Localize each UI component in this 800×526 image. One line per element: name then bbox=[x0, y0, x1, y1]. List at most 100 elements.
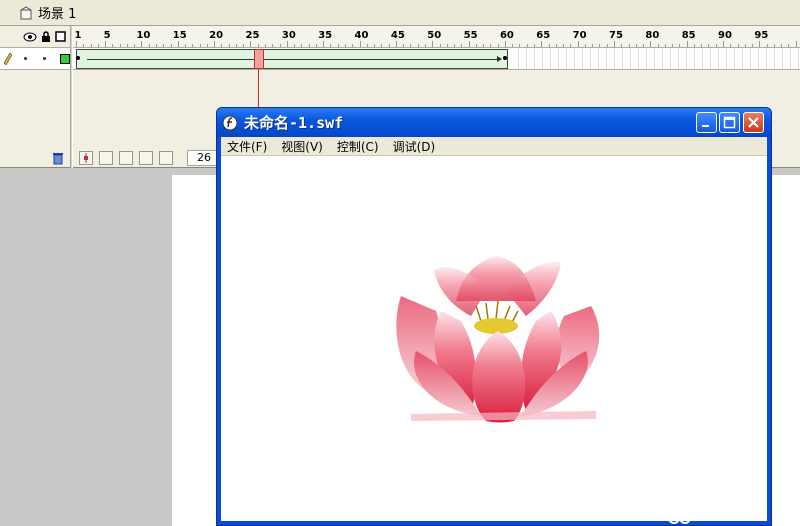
ruler-tick bbox=[315, 44, 317, 47]
ruler-tick bbox=[265, 44, 267, 47]
eye-icon[interactable] bbox=[23, 32, 37, 42]
ruler-number: 75 bbox=[609, 30, 623, 41]
minimize-button[interactable] bbox=[696, 112, 717, 133]
close-icon bbox=[748, 117, 759, 128]
ruler-tick bbox=[279, 44, 281, 47]
ruler-tick bbox=[330, 44, 332, 47]
ruler-tick bbox=[715, 44, 717, 47]
layer-row[interactable] bbox=[0, 48, 70, 70]
ruler-tick bbox=[301, 44, 303, 47]
ruler-tick bbox=[752, 44, 754, 47]
ruler-tick bbox=[773, 44, 775, 47]
modify-onion-markers-button[interactable] bbox=[159, 151, 173, 165]
ruler-tick bbox=[97, 44, 99, 47]
ruler-tick bbox=[599, 44, 601, 47]
center-frame-icon[interactable] bbox=[79, 151, 93, 165]
ruler-number: 95 bbox=[754, 30, 769, 41]
ruler-tick bbox=[257, 44, 259, 47]
playhead[interactable] bbox=[254, 49, 264, 69]
ruler-tick bbox=[570, 44, 572, 47]
ruler-tick bbox=[672, 44, 674, 47]
motion-tween-span[interactable] bbox=[76, 49, 508, 69]
edit-multiple-frames-button[interactable] bbox=[139, 151, 153, 165]
ruler-tick bbox=[504, 41, 506, 47]
ruler-tick bbox=[83, 44, 85, 47]
layer-outline-swatch[interactable] bbox=[60, 53, 70, 64]
ruler-tick bbox=[294, 44, 296, 47]
menu-control[interactable]: 控制(C) bbox=[337, 138, 379, 155]
ruler-tick bbox=[475, 44, 477, 47]
ruler-tick bbox=[250, 41, 252, 47]
ruler-tick bbox=[643, 44, 645, 47]
ruler-tick bbox=[446, 44, 448, 47]
ruler-tick bbox=[759, 41, 761, 47]
ruler-tick bbox=[395, 41, 397, 47]
ruler-tick bbox=[723, 41, 725, 47]
ruler-tick bbox=[483, 44, 485, 47]
ruler-tick bbox=[468, 41, 470, 47]
onion-skin-button[interactable] bbox=[99, 151, 113, 165]
ruler-tick bbox=[497, 44, 499, 47]
ruler-tick bbox=[388, 44, 390, 47]
ruler-tick bbox=[214, 41, 216, 47]
layer-lock-dot[interactable] bbox=[43, 57, 46, 60]
ruler-tick bbox=[592, 44, 594, 47]
ruler-tick bbox=[163, 44, 165, 47]
ruler-tick bbox=[272, 44, 274, 47]
ruler-number: 70 bbox=[572, 30, 587, 41]
ruler-tick bbox=[337, 44, 339, 47]
ruler-tick bbox=[410, 44, 412, 47]
lotus-flower-image bbox=[396, 256, 600, 423]
ruler-number: 45 bbox=[390, 30, 405, 41]
layer-visible-dot[interactable] bbox=[24, 57, 27, 60]
maximize-button[interactable] bbox=[719, 112, 740, 133]
trash-icon[interactable] bbox=[52, 152, 64, 165]
ruler-tick bbox=[563, 44, 565, 47]
ruler-tick bbox=[374, 44, 376, 47]
ruler-tick bbox=[781, 44, 783, 47]
frames-row[interactable] bbox=[73, 48, 800, 70]
ruler-tick bbox=[730, 44, 732, 47]
ruler-tick bbox=[359, 41, 361, 47]
ruler-tick bbox=[613, 41, 615, 47]
ruler-tick bbox=[454, 44, 456, 47]
empty-frames[interactable] bbox=[511, 48, 800, 69]
playhead-line bbox=[258, 68, 259, 108]
ruler-tick bbox=[650, 41, 652, 47]
layer-toolbar bbox=[0, 148, 70, 168]
swf-titlebar[interactable]: 未命名-1.swf bbox=[217, 108, 771, 137]
ruler-tick bbox=[90, 44, 92, 47]
ruler-number: 85 bbox=[681, 30, 696, 41]
ruler-tick bbox=[192, 44, 194, 47]
ruler-number: 40 bbox=[354, 30, 369, 41]
onion-outline-button[interactable] bbox=[119, 151, 133, 165]
ruler-number: 90 bbox=[718, 30, 732, 41]
watermark bbox=[668, 510, 692, 526]
ruler-tick bbox=[126, 44, 128, 47]
outline-icon[interactable] bbox=[55, 31, 66, 42]
ruler-tick bbox=[381, 44, 383, 47]
ruler-tick bbox=[628, 44, 630, 47]
swf-window-title: 未命名-1.swf bbox=[244, 114, 344, 132]
ruler-number: 50 bbox=[427, 30, 442, 41]
lock-icon[interactable] bbox=[41, 30, 51, 43]
ruler-tick bbox=[657, 44, 659, 47]
scene-label[interactable]: 场景 1 bbox=[38, 3, 76, 22]
start-keyframe[interactable] bbox=[76, 56, 80, 60]
edit-scene-icon[interactable] bbox=[20, 5, 32, 20]
ruler-tick bbox=[708, 44, 710, 47]
ruler-tick bbox=[134, 44, 136, 47]
close-button[interactable] bbox=[743, 112, 764, 133]
ruler-tick bbox=[185, 44, 187, 47]
swf-player-window: 未命名-1.swf 文件(F) 视图(V) 控制(C) 调试(D) bbox=[216, 107, 772, 526]
maximize-icon bbox=[723, 116, 736, 129]
frame-ruler[interactable]: 1 5 10 15 20 25 30 35 40 45 50 55 60 65 70 75 80 85 90 95 bbox=[73, 26, 800, 48]
menu-file[interactable]: 文件(F) bbox=[227, 138, 267, 155]
ruler-tick bbox=[76, 41, 77, 47]
menu-debug[interactable]: 调试(D) bbox=[393, 138, 436, 155]
swf-menubar: 文件(F) 视图(V) 控制(C) 调试(D) bbox=[221, 137, 767, 156]
end-keyframe[interactable] bbox=[503, 56, 507, 60]
menu-view[interactable]: 视图(V) bbox=[281, 138, 323, 155]
ruler-tick bbox=[352, 44, 354, 47]
ruler-tick bbox=[606, 44, 608, 47]
